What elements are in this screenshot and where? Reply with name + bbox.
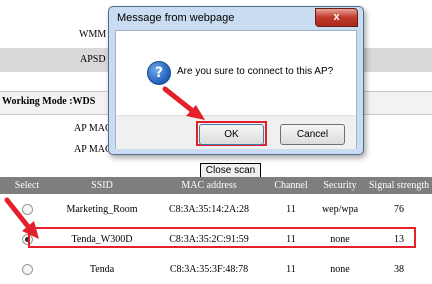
signal-cell: 38: [394, 263, 404, 275]
table-header-row: Select SSID MAC address Channel Security…: [0, 177, 432, 194]
working-mode-label: Working Mode :WDS: [2, 96, 96, 107]
security-cell: none: [330, 263, 350, 275]
confirm-dialog: Message from webpage x ? Are you sure to…: [108, 6, 364, 155]
cancel-button[interactable]: Cancel: [280, 124, 345, 145]
channel-cell: 11: [286, 203, 296, 215]
dialog-body: ? Are you sure to connect to this AP? OK…: [115, 30, 357, 149]
wmm-label: WMM: [79, 29, 107, 40]
close-scan-button[interactable]: Close scan: [200, 163, 261, 178]
column-header-mac: MAC address: [150, 177, 268, 194]
ap-mac-label-1: AP MAC: [74, 123, 112, 134]
signal-cell: 76: [394, 203, 404, 215]
dialog-title: Message from webpage: [117, 12, 235, 24]
ok-button[interactable]: OK: [199, 124, 264, 145]
ssid-cell: Marketing_Room: [66, 203, 138, 215]
question-icon: ?: [147, 61, 171, 85]
column-header-ssid: SSID: [54, 177, 150, 194]
apsd-label: APSD: [80, 54, 106, 65]
column-header-signal: Signal strength: [366, 177, 432, 194]
column-header-security: Security: [314, 177, 366, 194]
table-row: Marketing_Room C8:3A:35:14:2A:28 11 wep/…: [0, 194, 432, 224]
mac-cell: C8:3A:35:14:2A:28: [168, 203, 249, 215]
table-row: Tenda C8:3A:35:3F:48:78 11 none 38: [0, 254, 432, 284]
arrow-to-radio-icon: [4, 197, 39, 239]
selected-row-highlight: [28, 227, 416, 248]
ssid-cell: Tenda: [89, 263, 115, 275]
dialog-close-button[interactable]: x: [315, 8, 358, 27]
select-radio-row-3[interactable]: [21, 263, 33, 275]
channel-cell: 11: [286, 263, 296, 275]
column-header-channel: Channel: [268, 177, 314, 194]
dialog-message: Are you sure to connect to this AP?: [177, 66, 334, 77]
mac-cell: C8:3A:35:3F:48:78: [169, 263, 249, 275]
security-cell: wep/wpa: [321, 203, 359, 215]
ap-mac-label-2: AP MAC: [74, 144, 112, 155]
arrow-to-ok-icon: [162, 86, 205, 120]
column-header-select: Select: [0, 177, 54, 194]
close-icon: x: [333, 11, 340, 23]
